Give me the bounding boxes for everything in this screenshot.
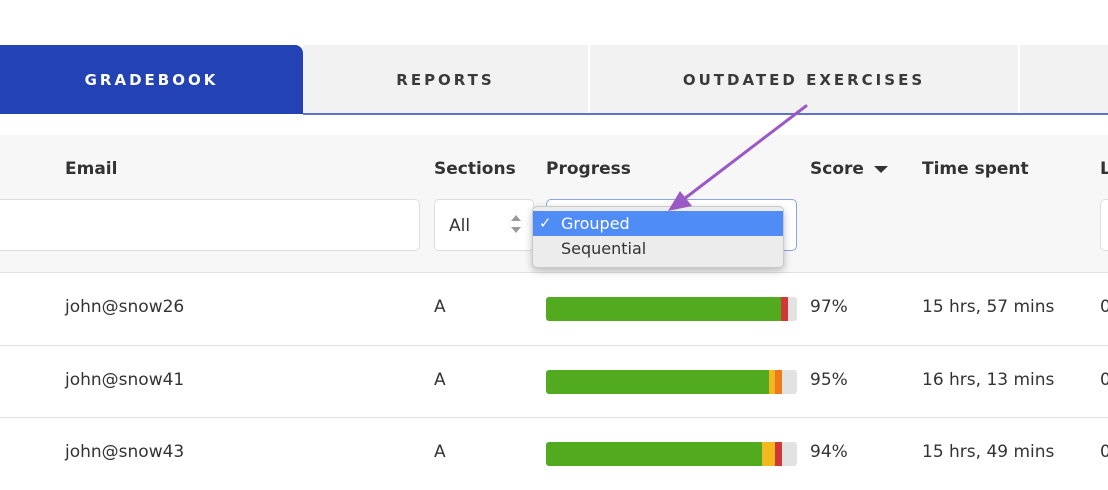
- row-time-spent: 16 hrs, 13 mins: [922, 370, 1055, 390]
- row-section: A: [434, 370, 446, 390]
- column-header-sections[interactable]: Sections: [434, 159, 516, 179]
- column-header-email[interactable]: Email: [65, 159, 117, 179]
- tab-reports[interactable]: REPORTS: [303, 45, 588, 114]
- progress-segment: [781, 297, 789, 321]
- dropdown-option-label: Sequential: [561, 239, 647, 258]
- column-header-progress[interactable]: Progress: [546, 159, 631, 179]
- column-header-last[interactable]: L: [1100, 159, 1108, 179]
- progress-segment: [775, 370, 783, 394]
- tab-gradebook[interactable]: GRADEBOOK: [0, 45, 303, 114]
- email-filter-input[interactable]: [0, 199, 420, 251]
- table-row[interactable]: john@snow43 A 94% 15 hrs, 49 mins 0: [0, 417, 1108, 490]
- tab-more[interactable]: [1020, 45, 1108, 114]
- caret-down-icon[interactable]: [873, 165, 888, 173]
- tab-outdated-exercises[interactable]: OUTDATED EXERCISES: [590, 45, 1018, 114]
- sections-filter-value: All: [449, 216, 471, 236]
- row-score: 95%: [810, 370, 848, 390]
- checkmark-icon: ✓: [539, 214, 552, 232]
- row-email: john@snow41: [65, 370, 185, 390]
- row-last: 0: [1100, 297, 1108, 317]
- progress-segment: [546, 297, 782, 321]
- progress-mode-dropdown: ✓ Grouped Sequential: [532, 206, 784, 268]
- table-row[interactable]: john@snow26 A 97% 15 hrs, 57 mins 0: [0, 272, 1108, 345]
- column-header-time-spent[interactable]: Time spent: [922, 159, 1029, 179]
- row-email: john@snow26: [65, 297, 185, 317]
- dropdown-option-label: Grouped: [561, 214, 630, 233]
- column-header-score[interactable]: Score: [810, 159, 888, 179]
- row-score: 94%: [810, 442, 848, 462]
- row-time-spent: 15 hrs, 57 mins: [922, 297, 1055, 317]
- tab-bar: GRADEBOOK REPORTS OUTDATED EXERCISES: [0, 45, 1108, 115]
- progress-bar[interactable]: [546, 442, 797, 466]
- column-header-score-label: Score: [810, 159, 864, 179]
- row-score: 97%: [810, 297, 848, 317]
- row-time-spent: 15 hrs, 49 mins: [922, 442, 1055, 462]
- progress-segment: [761, 442, 775, 466]
- dropdown-option-sequential[interactable]: Sequential: [533, 236, 783, 261]
- row-last: 0: [1100, 370, 1108, 390]
- progress-segment: [774, 442, 782, 466]
- last-filter-input[interactable]: [1100, 199, 1108, 251]
- progress-bar[interactable]: [546, 297, 797, 321]
- row-section: A: [434, 297, 446, 317]
- progress-segment: [546, 442, 762, 466]
- tabs-underline: [303, 113, 1108, 115]
- updown-stepper-icon: [511, 215, 523, 237]
- progress-bar[interactable]: [546, 370, 797, 394]
- row-last: 0: [1100, 442, 1108, 462]
- progress-segment: [546, 370, 770, 394]
- table-row[interactable]: john@snow41 A 95% 16 hrs, 13 mins 0: [0, 345, 1108, 418]
- row-email: john@snow43: [65, 442, 185, 462]
- sections-filter-select[interactable]: All: [434, 199, 534, 251]
- dropdown-option-grouped[interactable]: ✓ Grouped: [533, 211, 783, 236]
- row-section: A: [434, 442, 446, 462]
